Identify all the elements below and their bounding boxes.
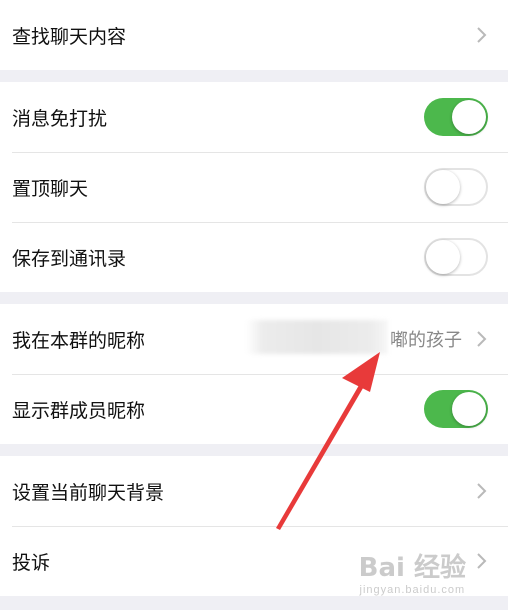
toggle-knob — [426, 240, 460, 274]
row-label: 显示群成员昵称 — [12, 399, 146, 422]
save-to-contacts-toggle[interactable] — [424, 238, 488, 276]
search-group: 查找聊天内容 — [0, 0, 508, 70]
chevron-right-icon — [477, 331, 487, 347]
chat-settings-screen: 查找聊天内容 消息免打扰 置顶聊天 保存到通讯录 我在本群的昵称 嘟的孩子 显示… — [0, 0, 508, 596]
row-set-chat-background[interactable]: 设置当前聊天背景 — [0, 456, 508, 526]
nickname-value: 嘟的孩子 — [246, 320, 462, 354]
toggle-knob — [426, 170, 460, 204]
nickname-group: 我在本群的昵称 嘟的孩子 显示群成员昵称 — [0, 304, 508, 444]
row-my-group-nickname[interactable]: 我在本群的昵称 嘟的孩子 — [0, 304, 508, 374]
row-label: 消息免打扰 — [12, 107, 108, 130]
chevron-right-icon — [477, 553, 487, 569]
watermark-brand: Bai 经验 — [358, 553, 466, 583]
row-label: 查找聊天内容 — [12, 25, 127, 48]
row-pin-chat: 置顶聊天 — [0, 152, 508, 222]
row-mute-notifications: 消息免打扰 — [0, 82, 508, 152]
nickname-text: 嘟的孩子 — [390, 330, 462, 351]
pin-toggle[interactable] — [424, 168, 488, 206]
toggles-group: 消息免打扰 置顶聊天 保存到通讯录 — [0, 82, 508, 292]
chevron-right-icon — [477, 483, 487, 499]
redaction-blur — [246, 320, 388, 354]
row-show-member-nicknames: 显示群成员昵称 — [0, 374, 508, 444]
show-nicknames-toggle[interactable] — [424, 390, 488, 428]
row-label: 置顶聊天 — [12, 177, 89, 200]
toggle-knob — [452, 392, 486, 426]
chevron-right-icon — [477, 27, 487, 43]
row-save-to-contacts: 保存到通讯录 — [0, 222, 508, 292]
mute-toggle[interactable] — [424, 98, 488, 136]
watermark-url: jingyan.baidu.com — [359, 584, 466, 596]
row-label: 保存到通讯录 — [12, 247, 127, 270]
baidu-jingyan-watermark: Bai 经验 jingyan.baidu.com — [359, 547, 466, 596]
toggle-knob — [452, 100, 486, 134]
row-search-chat-content[interactable]: 查找聊天内容 — [0, 0, 508, 70]
row-label: 设置当前聊天背景 — [12, 481, 165, 504]
